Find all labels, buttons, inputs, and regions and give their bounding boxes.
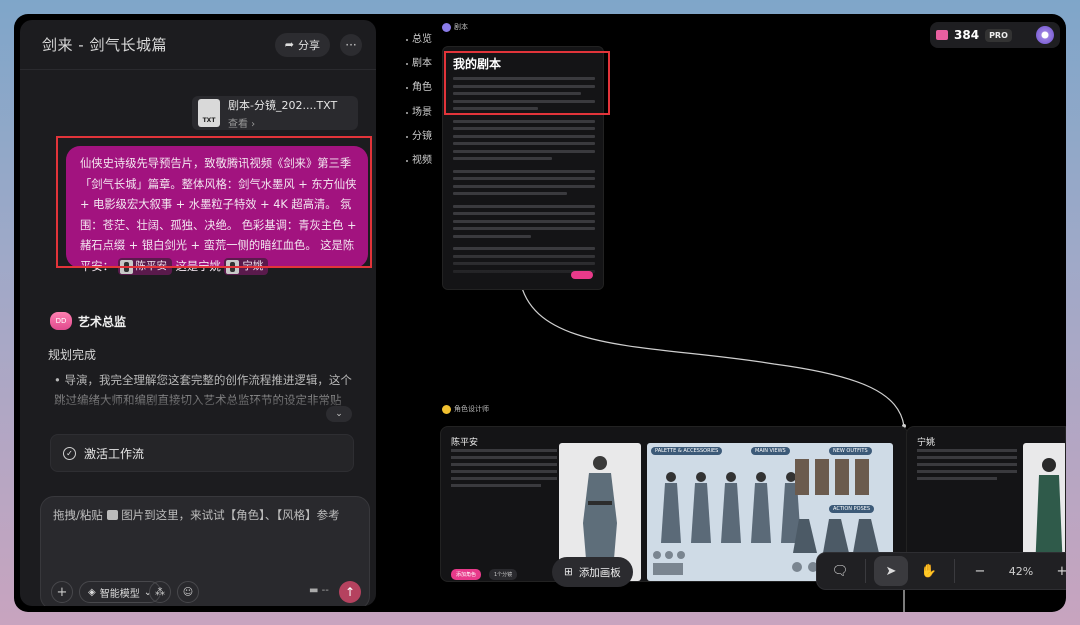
script-edit-pill[interactable] bbox=[571, 271, 593, 279]
chat-header: 剑来 - 剑气长城篇 ➦ 分享 ··· bbox=[20, 20, 376, 70]
agent-status: 规划完成 bbox=[48, 348, 97, 362]
file-view-link[interactable]: 查看 › bbox=[228, 115, 337, 130]
outline-item-characters[interactable]: 角色 bbox=[406, 80, 432, 104]
add-character-pill[interactable]: 添加角色 bbox=[451, 569, 482, 580]
outline-nav: 总览 剧本 角色 场景 分镜 视频 bbox=[406, 32, 432, 177]
add-attachment-button[interactable]: + bbox=[51, 581, 73, 603]
script-section-icon bbox=[442, 22, 451, 32]
toolbar-divider bbox=[954, 559, 955, 583]
more-button[interactable]: ··· bbox=[340, 33, 362, 56]
outline-item-video[interactable]: 视频 bbox=[406, 153, 432, 177]
project-title: 剑来 - 剑气长城篇 bbox=[42, 36, 167, 54]
persona-button[interactable]: ☺ bbox=[177, 581, 199, 603]
placeholder-post: 图片到这里，来试试【角色】、【风格】参考 bbox=[121, 508, 340, 522]
feedback-icon: 🗨 bbox=[831, 563, 849, 579]
file-attachment[interactable]: TXT 剧本-分镜_202....TXT 查看 › bbox=[192, 96, 358, 130]
agent-header: DD 艺术总监 bbox=[50, 312, 126, 330]
agent-name: 艺术总监 bbox=[78, 314, 127, 329]
workflow-label: 激活工作流 bbox=[84, 446, 145, 461]
credit-icon bbox=[936, 30, 948, 40]
reply-fade bbox=[40, 390, 370, 416]
send-button[interactable]: ↑ bbox=[339, 581, 361, 603]
highlight-frame bbox=[56, 136, 372, 268]
cluster-icon: ⁂ bbox=[155, 586, 165, 598]
credit-icon: ▬ bbox=[309, 585, 319, 596]
toolbar-divider bbox=[865, 559, 866, 583]
outline-item-storyboard[interactable]: 分镜 bbox=[406, 129, 432, 153]
char-section-label: 角色设计师 bbox=[454, 405, 489, 413]
expand-button[interactable]: ⌄ bbox=[326, 406, 352, 422]
add-board-label: 添加画板 bbox=[578, 566, 621, 579]
outline-item-overview[interactable]: 总览 bbox=[406, 32, 432, 56]
input-placeholder: 拖拽/粘贴 图片到这里，来试试【角色】、【风格】参考 bbox=[53, 507, 363, 523]
script-section-tag: 剧本 bbox=[442, 22, 468, 32]
model-icon: ◈ bbox=[88, 586, 96, 598]
file-name: 剧本-分镜_202....TXT bbox=[228, 98, 338, 112]
credit-count: 384 bbox=[954, 28, 980, 42]
add-board-icon: ⊞ bbox=[564, 566, 573, 578]
style-button[interactable]: ⁂ bbox=[149, 581, 171, 603]
highlight-frame-script bbox=[444, 51, 610, 115]
character-name: 陈平安 bbox=[451, 438, 479, 448]
sheet-tag: NEW OUTFITS bbox=[829, 447, 872, 455]
select-tool-button[interactable]: ➤ bbox=[874, 556, 908, 586]
script-section-label: 剧本 bbox=[454, 23, 468, 31]
share-label: 分享 bbox=[298, 38, 320, 52]
check-circle-icon: ✓ bbox=[63, 446, 76, 460]
agent-avatar: DD bbox=[50, 312, 72, 330]
pro-badge: PRO bbox=[985, 28, 1012, 42]
canvas-toolbar: 🗨 ➤ ✋ − 42% + bbox=[816, 552, 1066, 590]
chat-panel: 剑来 - 剑气长城篇 ➦ 分享 ··· TXT 剧本-分镜_202....TXT… bbox=[20, 20, 376, 606]
chat-input[interactable]: 拖拽/粘贴 图片到这里，来试试【角色】、【风格】参考 + ◈ 智能模型 ⌄ ⁂ … bbox=[40, 496, 370, 606]
credit-cost-value: -- bbox=[321, 585, 329, 596]
share-button[interactable]: ➦ 分享 bbox=[274, 32, 330, 57]
character-name: 宁姚 bbox=[917, 438, 936, 448]
character-description bbox=[917, 449, 1017, 484]
zoom-in-button[interactable]: + bbox=[1045, 556, 1066, 586]
activate-workflow-button[interactable]: ✓ 激活工作流 bbox=[50, 434, 354, 472]
zoom-level: 42% bbox=[1008, 564, 1034, 578]
script-fade bbox=[443, 249, 603, 289]
face-icon: ☺ bbox=[182, 586, 194, 598]
zoom-out-button[interactable]: − bbox=[963, 556, 997, 586]
app-window: 剑来 - 剑气长城篇 ➦ 分享 ··· TXT 剧本-分镜_202....TXT… bbox=[14, 14, 1066, 612]
pointer-icon: ➤ bbox=[885, 563, 897, 579]
user-avatar[interactable] bbox=[1036, 26, 1054, 44]
storyboard-count-pill[interactable]: 1个分镜 bbox=[489, 569, 518, 580]
credit-cost: ▬ -- bbox=[309, 585, 329, 596]
sheet-tag: MAIN VIEWS bbox=[751, 447, 790, 455]
add-board-button[interactable]: ⊞ 添加画板 bbox=[552, 557, 633, 587]
outline-item-script[interactable]: 剧本 bbox=[406, 56, 432, 80]
credits-panel[interactable]: 384 PRO bbox=[930, 22, 1060, 48]
feedback-button[interactable]: 🗨 bbox=[823, 556, 857, 586]
outline-item-scenes[interactable]: 场景 bbox=[406, 105, 432, 129]
model-label: 智能模型 bbox=[99, 588, 140, 600]
char-section-icon bbox=[442, 404, 451, 414]
pan-tool-button[interactable]: ✋ bbox=[912, 556, 946, 586]
sheet-tag: ACTION POSES bbox=[829, 505, 875, 513]
sheet-tag: PALETTE & ACCESSORIES bbox=[651, 447, 723, 455]
share-icon: ➦ bbox=[284, 38, 294, 51]
placeholder-pre: 拖拽/粘贴 bbox=[53, 508, 103, 522]
txt-file-icon: TXT bbox=[198, 99, 220, 127]
character-description bbox=[451, 449, 557, 491]
char-section-tag: 角色设计师 bbox=[442, 404, 489, 414]
hand-icon: ✋ bbox=[920, 563, 938, 579]
image-icon bbox=[106, 510, 118, 520]
